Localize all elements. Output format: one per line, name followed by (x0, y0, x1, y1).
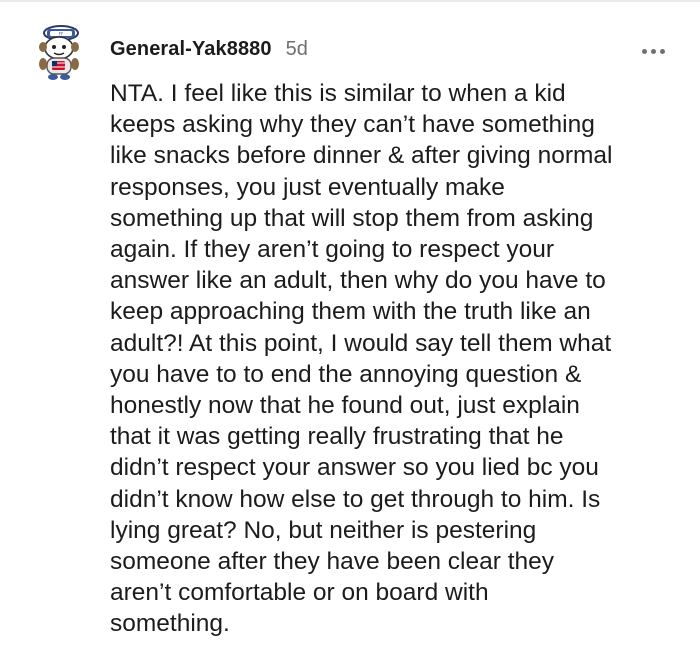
svg-text:FF: FF (59, 32, 64, 37)
more-options-button[interactable] (636, 40, 670, 62)
avatar[interactable]: FF (28, 20, 90, 82)
more-horizontal-icon (641, 48, 647, 54)
snoo-avatar-icon: FF (39, 25, 79, 80)
more-horizontal-icon-dot-2 (650, 48, 656, 54)
comment-body: NTA. I feel like this is similar to when… (110, 80, 613, 638)
comment-header: General-Yak8880 5d (110, 38, 308, 66)
username[interactable]: General-Yak8880 (110, 38, 272, 61)
comment: FF General-Yak8880 5d NTA. I feel like t… (0, 0, 700, 670)
timestamp[interactable]: 5d (286, 38, 308, 61)
more-horizontal-icon-dot-3 (659, 48, 665, 54)
